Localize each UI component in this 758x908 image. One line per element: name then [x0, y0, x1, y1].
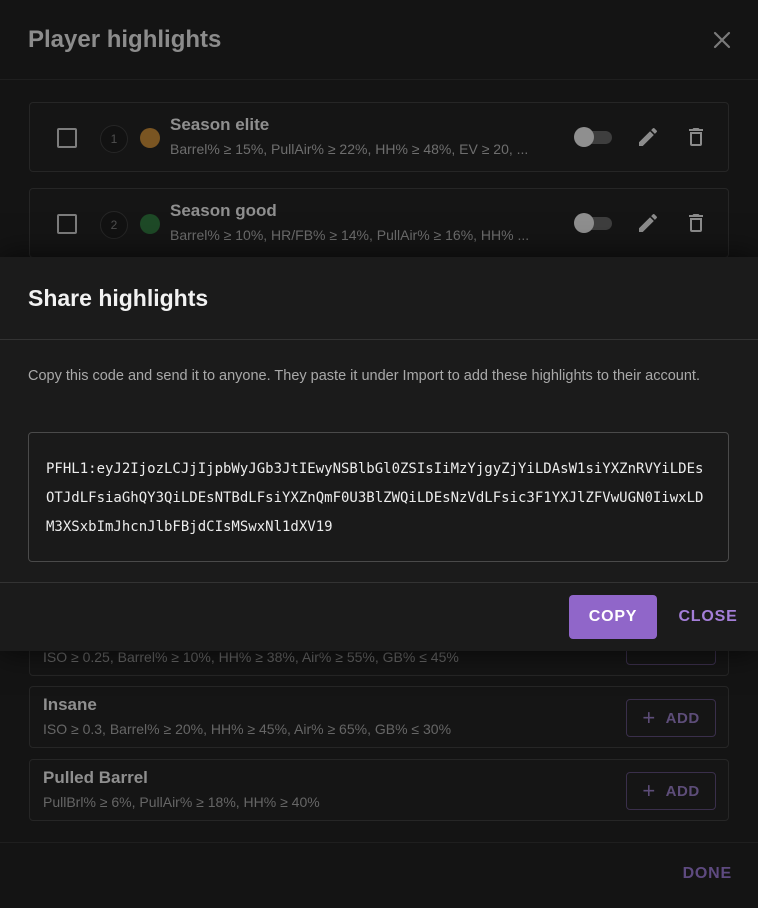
copy-button[interactable]: COPY — [569, 595, 657, 639]
preset-name: Pulled Barrel — [43, 768, 148, 787]
delete-trash-icon[interactable] — [684, 125, 708, 149]
highlight-rule-card: 2 Season good Barrel% ≥ 10%, HR/FB% ≥ 14… — [29, 188, 729, 258]
highlight-rule-card: 1 Season elite Barrel% ≥ 15%, PullAir% ≥… — [29, 102, 729, 172]
share-dialog-actions: COPY CLOSE — [0, 582, 758, 651]
preset-description: ISO ≥ 0.25, Barrel% ≥ 10%, HH% ≥ 38%, Ai… — [43, 649, 459, 665]
add-button-label: ADD — [665, 782, 700, 800]
rule-number-badge: 2 — [100, 211, 128, 239]
rule-checkbox[interactable] — [57, 214, 77, 234]
plus-icon: + — [642, 778, 656, 803]
rule-color-dot[interactable] — [140, 128, 160, 148]
rule-description: Barrel% ≥ 10%, HR/FB% ≥ 14%, PullAir% ≥ … — [170, 227, 530, 243]
share-dialog-header: Share highlights — [0, 257, 758, 340]
delete-trash-icon[interactable] — [684, 211, 708, 235]
rule-color-dot[interactable] — [140, 214, 160, 234]
rule-name: Season good — [170, 201, 277, 220]
share-dialog-title: Share highlights — [28, 284, 209, 311]
share-instructions: Copy this code and send it to anyone. Th… — [28, 368, 700, 384]
preset-card: Insane ISO ≥ 0.3, Barrel% ≥ 20%, HH% ≥ 4… — [29, 686, 729, 748]
preset-name: Insane — [43, 695, 97, 714]
preset-description: PullBrl% ≥ 6%, PullAir% ≥ 18%, HH% ≥ 40% — [43, 794, 320, 810]
add-button-label: ADD — [665, 709, 700, 727]
dialog-footer: DONE — [0, 842, 758, 908]
rule-name: Season elite — [170, 115, 270, 134]
rule-number-badge: 1 — [100, 125, 128, 153]
plus-icon: + — [642, 705, 656, 730]
dialog-header: Player highlights — [0, 0, 758, 80]
dialog-title: Player highlights — [28, 25, 222, 53]
close-button[interactable]: CLOSE — [670, 595, 746, 639]
edit-pencil-icon[interactable] — [636, 125, 660, 149]
add-preset-button[interactable]: + ADD — [626, 699, 716, 737]
rule-checkbox[interactable] — [57, 128, 77, 148]
done-button[interactable]: DONE — [683, 865, 732, 883]
rule-enable-toggle[interactable] — [574, 213, 612, 233]
share-highlights-dialog: Share highlights Copy this code and send… — [0, 257, 758, 651]
preset-card: Pulled Barrel PullBrl% ≥ 6%, PullAir% ≥ … — [29, 759, 729, 821]
rule-enable-toggle[interactable] — [574, 127, 612, 147]
rule-description: Barrel% ≥ 15%, PullAir% ≥ 22%, HH% ≥ 48%… — [170, 141, 529, 157]
close-icon[interactable] — [706, 24, 738, 56]
add-preset-button[interactable]: + ADD — [626, 772, 716, 810]
preset-description: ISO ≥ 0.3, Barrel% ≥ 20%, HH% ≥ 45%, Air… — [43, 721, 452, 737]
edit-pencil-icon[interactable] — [636, 211, 660, 235]
share-code-field[interactable]: PFHL1:eyJ2IjozLCJjIjpbWyJGb3JtIEwyNSBlbG… — [28, 432, 729, 562]
